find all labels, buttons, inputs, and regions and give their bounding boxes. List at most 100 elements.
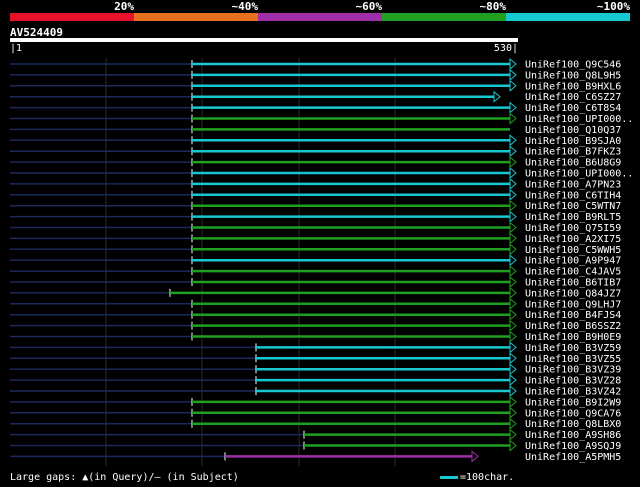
hit-label[interactable]: UniRef100_A5PMH5: [525, 452, 621, 463]
arrowhead-icon: [509, 395, 517, 408]
arrowhead-icon: [509, 166, 517, 180]
hit-label[interactable]: UniRef100_B9I2W9: [525, 397, 621, 408]
hit-label[interactable]: UniRef100_Q9C546: [525, 60, 621, 71]
alignment-hits: UniRef100_Q9C546UniRef100_Q8L9H5UniRef10…: [10, 57, 633, 466]
hit-row[interactable]: UniRef100_A2XI75: [10, 232, 621, 245]
scale-label: =100char.: [460, 472, 515, 483]
hit-row[interactable]: UniRef100_B3VZ59: [10, 341, 621, 354]
hit-label[interactable]: UniRef100_B4FJS4: [525, 310, 621, 321]
arrowhead-icon: [471, 450, 479, 463]
arrowhead-icon: [509, 145, 517, 158]
hit-row[interactable]: UniRef100_B9H0E9: [10, 330, 621, 344]
hit-label[interactable]: UniRef100_B3VZ42: [525, 387, 621, 398]
hit-label[interactable]: UniRef100_C6T8S4: [525, 103, 621, 114]
hit-label[interactable]: UniRef100_B9RLT5: [525, 212, 621, 223]
arrowhead-icon: [509, 275, 517, 289]
hit-label[interactable]: UniRef100_B9SJA0: [525, 136, 621, 147]
hit-label[interactable]: UniRef100_C5WWH5: [525, 245, 621, 256]
arrowhead-icon: [509, 286, 517, 299]
hit-row[interactable]: UniRef100_Q9LHJ7: [10, 297, 621, 311]
hit-label[interactable]: UniRef100_B6TIB7: [525, 278, 621, 289]
hit-label[interactable]: UniRef100_B3VZ28: [525, 376, 621, 387]
hit-label[interactable]: UniRef100_Q8LBX0: [525, 419, 621, 430]
hit-label[interactable]: UniRef100_Q10Q37: [525, 125, 621, 136]
hit-label[interactable]: UniRef100_B7FKZ3: [525, 147, 621, 158]
arrowhead-icon: [509, 428, 517, 441]
hit-label[interactable]: UniRef100_B3VZ39: [525, 365, 621, 376]
hit-label[interactable]: UniRef100_B9H0E9: [525, 332, 621, 343]
hit-label[interactable]: UniRef100_B6SSZ2: [525, 321, 621, 332]
hit-label[interactable]: UniRef100_B3VZ55: [525, 354, 621, 365]
hit-row[interactable]: UniRef100_B9I2W9: [10, 395, 621, 409]
hit-row[interactable]: UniRef100_B3VZ55: [10, 352, 621, 365]
hit-row[interactable]: UniRef100_B9SJA0: [10, 134, 621, 147]
hit-label[interactable]: UniRef100_A9SH86: [525, 430, 621, 441]
hit-row[interactable]: UniRef100_B6SSZ2: [10, 319, 621, 333]
hit-label[interactable]: UniRef100_A9P947: [525, 256, 621, 267]
hit-row[interactable]: UniRef100_Q10Q37: [10, 125, 621, 136]
hit-row[interactable]: UniRef100_C6T8S4: [10, 101, 621, 115]
arrowhead-icon: [509, 308, 517, 321]
hit-row[interactable]: UniRef100_B9HXL6: [10, 79, 621, 93]
hit-label[interactable]: UniRef100_B3VZ59: [525, 343, 621, 354]
hit-label[interactable]: UniRef100_A2XI75: [525, 234, 621, 245]
arrowhead-icon: [509, 243, 517, 256]
hit-row[interactable]: UniRef100_B3VZ28: [10, 374, 621, 387]
arrowhead-icon: [509, 330, 517, 343]
arrowhead-icon: [509, 417, 517, 430]
hit-row[interactable]: UniRef100_A9SH86: [10, 428, 621, 442]
arrowhead-icon: [509, 188, 517, 201]
hit-label[interactable]: UniRef100_Q9CA76: [525, 408, 621, 419]
hit-row[interactable]: UniRef100_C4JAV5: [10, 265, 621, 278]
hit-label[interactable]: UniRef100_B9HXL6: [525, 81, 621, 92]
hit-label[interactable]: UniRef100_A7PN23: [525, 179, 621, 190]
arrowhead-icon: [509, 265, 517, 278]
hit-row[interactable]: UniRef100_Q9CA76: [10, 406, 621, 420]
hit-row[interactable]: UniRef100_B7FKZ3: [10, 145, 621, 158]
hit-label[interactable]: UniRef100_A9SQJ9: [525, 441, 621, 452]
gaps-legend: Large gaps: ▲(in Query)/– (in Subject): [10, 472, 239, 483]
hit-row[interactable]: UniRef100_B4FJS4: [10, 308, 621, 322]
hit-label[interactable]: UniRef100_C6TIH4: [525, 190, 621, 201]
arrowhead-icon: [509, 352, 517, 365]
hit-row[interactable]: UniRef100_B3VZ39: [10, 363, 621, 376]
hit-row[interactable]: UniRef100_A9SQJ9: [10, 439, 621, 453]
hit-row[interactable]: UniRef100_A5PMH5: [10, 450, 621, 463]
hit-row[interactable]: UniRef100_C6TIH4: [10, 188, 621, 202]
hit-row[interactable]: UniRef100_UPI000..: [10, 112, 633, 126]
hit-row[interactable]: UniRef100_A7PN23: [10, 177, 621, 191]
hit-label[interactable]: UniRef100_C4JAV5: [525, 267, 621, 278]
arrowhead-icon: [509, 101, 517, 114]
hit-row[interactable]: UniRef100_Q75I59: [10, 221, 621, 235]
hit-row[interactable]: UniRef100_A9P947: [10, 254, 621, 267]
arrowhead-icon: [509, 134, 517, 147]
hit-row[interactable]: UniRef100_B3VZ42: [10, 384, 621, 398]
hit-label[interactable]: UniRef100_B6U8G9: [525, 158, 621, 169]
hit-row[interactable]: UniRef100_Q8L9H5: [10, 68, 621, 82]
arrowhead-icon: [509, 156, 517, 169]
hit-label[interactable]: UniRef100_C5WTN7: [525, 201, 621, 212]
hit-label[interactable]: UniRef100_UPI000..: [525, 114, 633, 125]
arrowhead-icon: [509, 199, 517, 212]
hit-label[interactable]: UniRef100_UPI000..: [525, 169, 633, 180]
hit-row[interactable]: UniRef100_C5WWH5: [10, 243, 621, 256]
hit-row[interactable]: UniRef100_C5WTN7: [10, 199, 621, 213]
hit-row[interactable]: UniRef100_UPI000..: [10, 166, 633, 180]
arrowhead-icon: [509, 210, 517, 223]
hit-label[interactable]: UniRef100_Q8L9H5: [525, 70, 621, 81]
hit-row[interactable]: UniRef100_Q84JZ7: [10, 286, 621, 300]
hit-row[interactable]: UniRef100_Q8LBX0: [10, 417, 621, 431]
hit-label[interactable]: UniRef100_Q75I59: [525, 223, 621, 234]
hit-row[interactable]: UniRef100_B6TIB7: [10, 275, 621, 289]
arrowhead-icon: [509, 384, 517, 398]
hit-label[interactable]: UniRef100_Q84JZ7: [525, 288, 621, 299]
hit-row[interactable]: UniRef100_C6SZ27: [10, 90, 621, 104]
hit-row[interactable]: UniRef100_B6U8G9: [10, 156, 621, 169]
hit-row[interactable]: UniRef100_Q9C546: [10, 57, 621, 71]
hit-label[interactable]: UniRef100_C6SZ27: [525, 92, 621, 103]
arrowhead-icon: [509, 232, 517, 245]
arrowhead-icon: [509, 297, 517, 310]
hit-label[interactable]: UniRef100_Q9LHJ7: [525, 299, 621, 310]
hit-row[interactable]: UniRef100_B9RLT5: [10, 210, 621, 224]
scale-legend: =100char.: [440, 472, 514, 483]
